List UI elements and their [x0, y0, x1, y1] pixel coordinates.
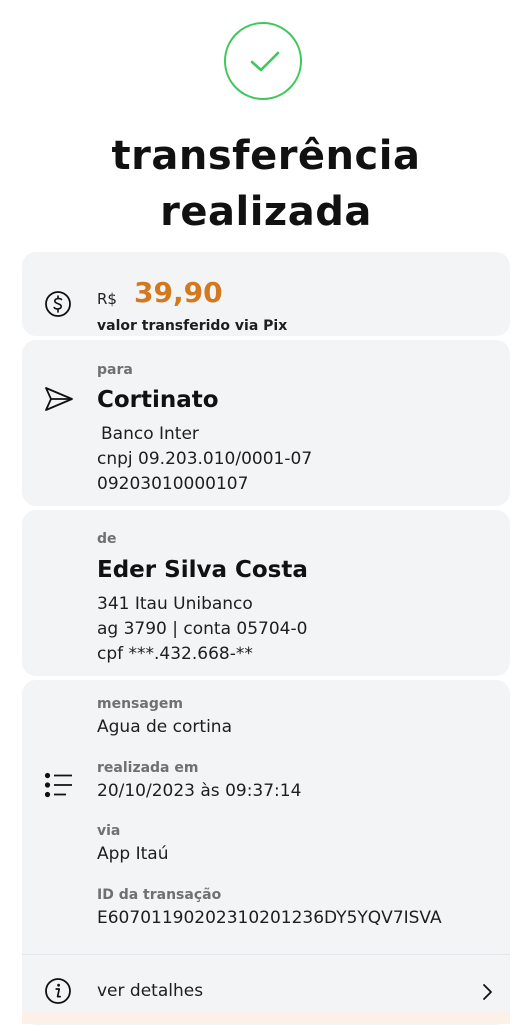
recipient-cnpj: cnpj 09.203.010/0001-07: [97, 449, 313, 469]
recipient-bank: Banco Inter: [101, 424, 199, 444]
message-value: Agua de cortina: [97, 717, 232, 737]
recipient-label: para: [97, 362, 133, 378]
amount-description: valor transferido via Pix: [97, 318, 288, 334]
via-value: App Itaú: [97, 844, 169, 864]
success-check-icon: [224, 22, 302, 100]
transaction-info-card: mensagem Agua de cortina realizada em 20…: [22, 680, 510, 954]
message-label: mensagem: [97, 696, 183, 712]
sender-label: de: [97, 531, 117, 547]
sender-bank: 341 Itau Unibanco: [97, 594, 253, 614]
title-line-2: realizada: [160, 189, 372, 235]
page-title: transferência realizada: [0, 128, 532, 240]
amount-value: 39,90: [134, 276, 223, 309]
transaction-id-label: ID da transação: [97, 887, 222, 903]
info-icon: [45, 978, 71, 1004]
check-icon: [250, 51, 280, 72]
title-line-1: transferência: [111, 133, 421, 179]
recipient-card: para Cortinato Banco Inter cnpj 09.203.0…: [22, 340, 510, 506]
currency-label: R$: [97, 290, 117, 308]
details-label: ver detalhes: [97, 981, 204, 1001]
date-value: 20/10/2023 às 09:37:14: [97, 781, 302, 801]
recipient-name: Cortinato: [97, 387, 219, 413]
sender-name: Eder Silva Costa: [97, 557, 308, 583]
transaction-id-value: E60701190202310201236DY5YQV7ISVA: [97, 908, 442, 928]
bottom-strip: [22, 1012, 510, 1024]
list-icon: [44, 772, 72, 798]
dollar-circle-icon: [45, 291, 71, 317]
send-icon: [45, 387, 73, 411]
amount-card: R$ 39,90 valor transferido via Pix: [22, 252, 510, 336]
chevron-right-icon: [483, 984, 492, 1000]
sender-account: ag 3790 | conta 05704-0: [97, 619, 308, 639]
sender-cpf: cpf ***.432.668-**: [97, 644, 253, 664]
sender-card: de Eder Silva Costa 341 Itau Unibanco ag…: [22, 510, 510, 676]
via-label: via: [97, 823, 121, 839]
recipient-account: 09203010000107: [97, 474, 249, 494]
date-label: realizada em: [97, 760, 199, 776]
